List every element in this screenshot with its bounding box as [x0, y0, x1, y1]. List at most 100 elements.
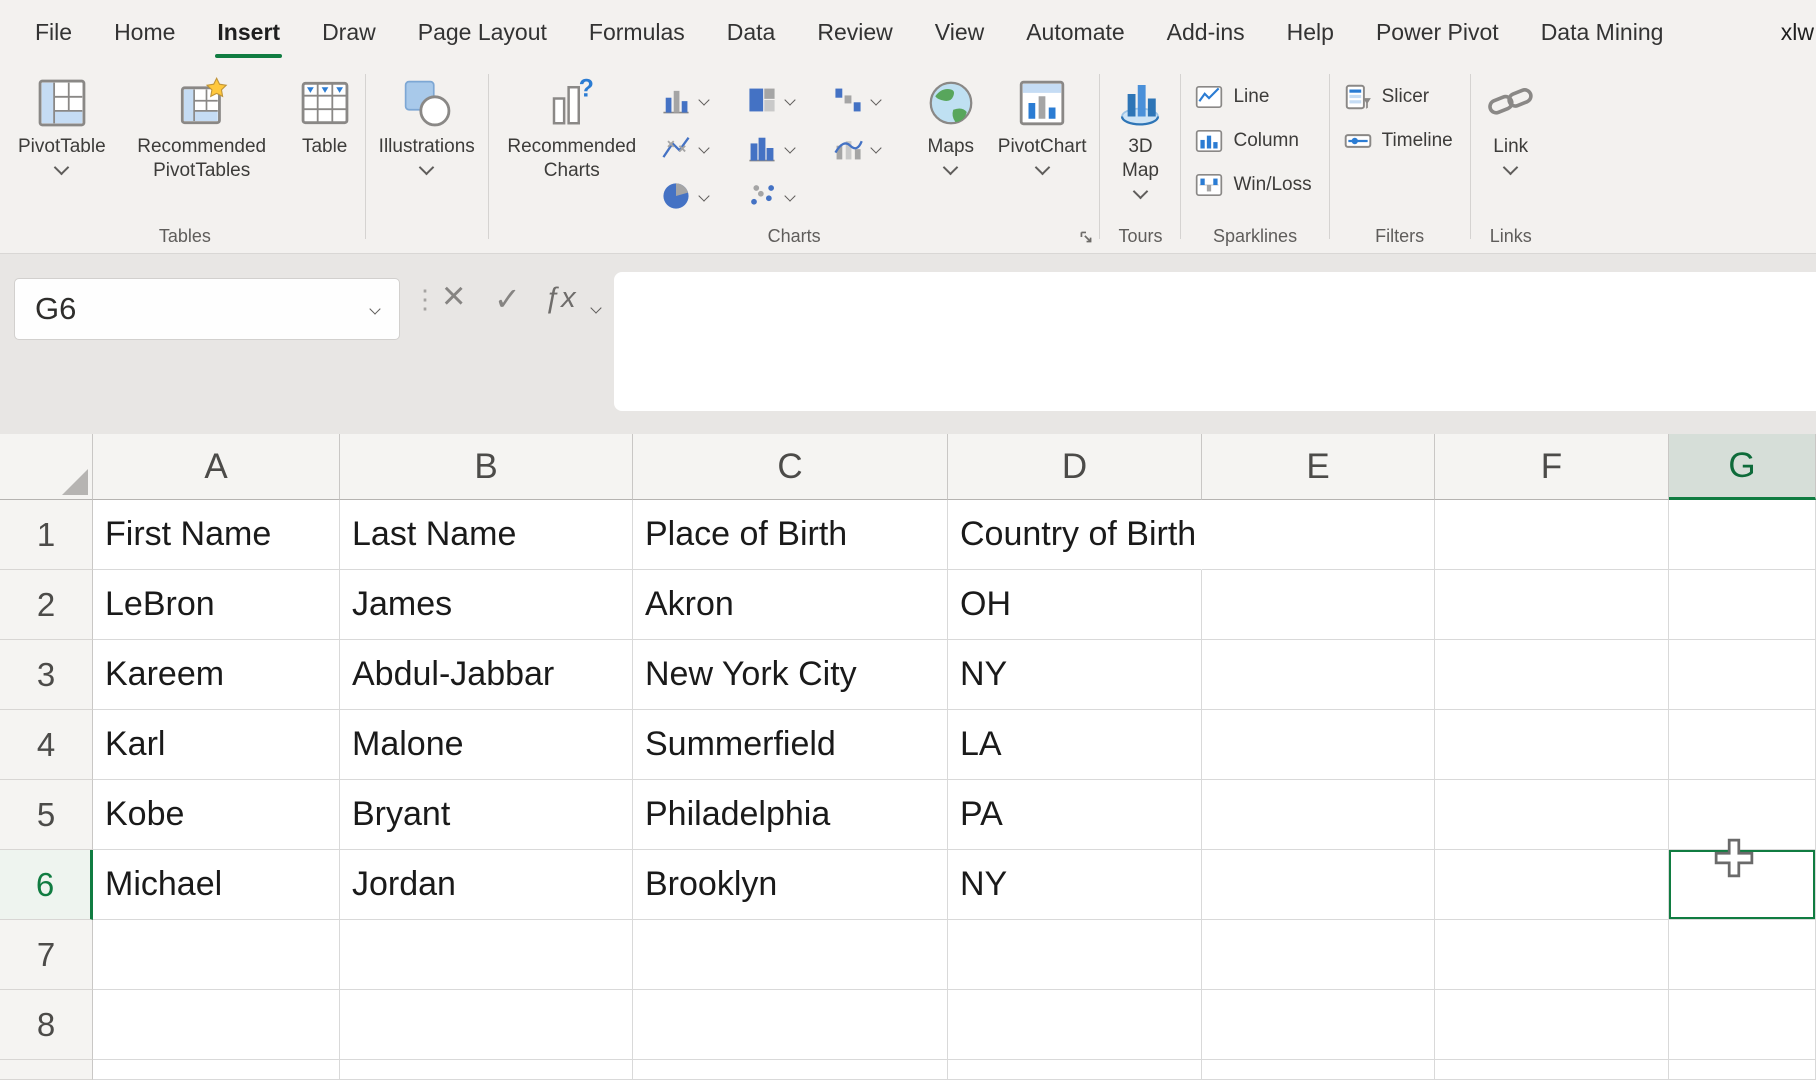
cell-e3[interactable]: [1202, 640, 1435, 710]
insert-hierarchy-chart-button[interactable]: [740, 82, 826, 118]
cell-c2[interactable]: Akron: [633, 570, 948, 640]
insert-function-icon[interactable]: ƒx: [544, 282, 577, 315]
cell-f6[interactable]: [1435, 850, 1669, 920]
row-header-4[interactable]: 4: [0, 710, 93, 780]
cell-g6-selected[interactable]: [1669, 850, 1816, 920]
insert-line-chart-button[interactable]: [654, 130, 740, 166]
cell[interactable]: [633, 1060, 948, 1080]
cell-b4[interactable]: Malone: [340, 710, 633, 780]
cell-e5[interactable]: [1202, 780, 1435, 850]
cell-b5[interactable]: Bryant: [340, 780, 633, 850]
column-header-e[interactable]: E: [1202, 434, 1435, 500]
slicer-button[interactable]: Slicer: [1343, 82, 1430, 112]
cell-d1[interactable]: Country of Birth: [948, 500, 1202, 570]
cell-b7[interactable]: [340, 920, 633, 990]
charts-dialog-launcher-icon[interactable]: [1078, 229, 1094, 245]
name-box[interactable]: G6: [14, 278, 400, 340]
menu-tab-data-mining[interactable]: Data Mining: [1520, 0, 1685, 64]
link-button[interactable]: Link: [1474, 72, 1548, 177]
cell-f3[interactable]: [1435, 640, 1669, 710]
cell-a2[interactable]: LeBron: [93, 570, 340, 640]
column-header-d[interactable]: D: [948, 434, 1202, 500]
insert-column-chart-button[interactable]: [654, 82, 740, 118]
insert-pie-chart-button[interactable]: [654, 178, 740, 214]
insert-combo-chart-button[interactable]: [826, 130, 912, 166]
cell-d4[interactable]: LA: [948, 710, 1202, 780]
cell-d5[interactable]: PA: [948, 780, 1202, 850]
maps-button[interactable]: Maps: [914, 72, 988, 177]
cell-b3[interactable]: Abdul-Jabbar: [340, 640, 633, 710]
cell[interactable]: [948, 1060, 1202, 1080]
cell-f2[interactable]: [1435, 570, 1669, 640]
cell-d3[interactable]: NY: [948, 640, 1202, 710]
cell-b1[interactable]: Last Name: [340, 500, 633, 570]
cell[interactable]: [340, 1060, 633, 1080]
cell-e1[interactable]: [1202, 500, 1435, 570]
menu-tab-formulas[interactable]: Formulas: [568, 0, 706, 64]
cell-e2[interactable]: [1202, 570, 1435, 640]
row-header-6[interactable]: 6: [0, 850, 93, 920]
row-header-1[interactable]: 1: [0, 500, 93, 570]
cell-g5[interactable]: [1669, 780, 1816, 850]
menu-tab-draw[interactable]: Draw: [301, 0, 397, 64]
cell-a4[interactable]: Karl: [93, 710, 340, 780]
cell-c4[interactable]: Summerfield: [633, 710, 948, 780]
3d-map-button[interactable]: 3D Map: [1103, 72, 1177, 201]
cell-c3[interactable]: New York City: [633, 640, 948, 710]
select-all-corner[interactable]: [0, 434, 93, 500]
cell-a1[interactable]: First Name: [93, 500, 340, 570]
pivotchart-button[interactable]: PivotChart: [988, 72, 1097, 177]
insert-statistic-chart-button[interactable]: [740, 130, 826, 166]
cell-c1[interactable]: Place of Birth: [633, 500, 948, 570]
cell-d2[interactable]: OH: [948, 570, 1202, 640]
row-header-8[interactable]: 8: [0, 990, 93, 1060]
row-header-2[interactable]: 2: [0, 570, 93, 640]
cell-b8[interactable]: [340, 990, 633, 1060]
cell-b2[interactable]: James: [340, 570, 633, 640]
insert-waterfall-chart-button[interactable]: [826, 82, 912, 118]
menu-tab-insert[interactable]: Insert: [196, 0, 301, 64]
menu-tab-power-pivot[interactable]: Power Pivot: [1355, 0, 1520, 64]
cell-e6[interactable]: [1202, 850, 1435, 920]
name-box-chevron-icon[interactable]: [369, 303, 380, 314]
menu-tab-view[interactable]: View: [914, 0, 1005, 64]
cell[interactable]: [1435, 1060, 1669, 1080]
cell[interactable]: [1669, 1060, 1816, 1080]
menu-tab-home[interactable]: Home: [93, 0, 196, 64]
recommended-pivottables-button[interactable]: Recommended PivotTables: [116, 72, 288, 187]
cell-c7[interactable]: [633, 920, 948, 990]
cell-d6[interactable]: NY: [948, 850, 1202, 920]
cell-c5[interactable]: Philadelphia: [633, 780, 948, 850]
cell[interactable]: [1202, 1060, 1435, 1080]
row-header-5[interactable]: 5: [0, 780, 93, 850]
illustrations-button[interactable]: Illustrations: [369, 72, 485, 177]
table-button[interactable]: Table: [288, 72, 362, 163]
column-header-c[interactable]: C: [633, 434, 948, 500]
cell-c6[interactable]: Brooklyn: [633, 850, 948, 920]
column-header-f[interactable]: F: [1435, 434, 1669, 500]
column-header-b[interactable]: B: [340, 434, 633, 500]
cell-e7[interactable]: [1202, 920, 1435, 990]
cell-f8[interactable]: [1435, 990, 1669, 1060]
cell-a6[interactable]: Michael: [93, 850, 340, 920]
cell-d8[interactable]: [948, 990, 1202, 1060]
row-header-7[interactable]: 7: [0, 920, 93, 990]
cell-f4[interactable]: [1435, 710, 1669, 780]
cell-c8[interactable]: [633, 990, 948, 1060]
insert-scatter-chart-button[interactable]: [740, 178, 826, 214]
row-header-partial[interactable]: [0, 1060, 93, 1080]
cell-g8[interactable]: [1669, 990, 1816, 1060]
cell-a5[interactable]: Kobe: [93, 780, 340, 850]
menu-tab-data[interactable]: Data: [706, 0, 797, 64]
cell-g2[interactable]: [1669, 570, 1816, 640]
sparkline-winloss-button[interactable]: Win/Loss: [1194, 170, 1311, 200]
cell-e8[interactable]: [1202, 990, 1435, 1060]
menu-tab-page-layout[interactable]: Page Layout: [397, 0, 568, 64]
recommended-charts-button[interactable]: ? Recommended Charts: [492, 72, 652, 187]
sparkline-line-button[interactable]: Line: [1194, 82, 1269, 112]
menu-tab-automate[interactable]: Automate: [1005, 0, 1145, 64]
cell-f5[interactable]: [1435, 780, 1669, 850]
cell-g4[interactable]: [1669, 710, 1816, 780]
formula-bar-input[interactable]: [614, 272, 1816, 411]
cell-a8[interactable]: [93, 990, 340, 1060]
